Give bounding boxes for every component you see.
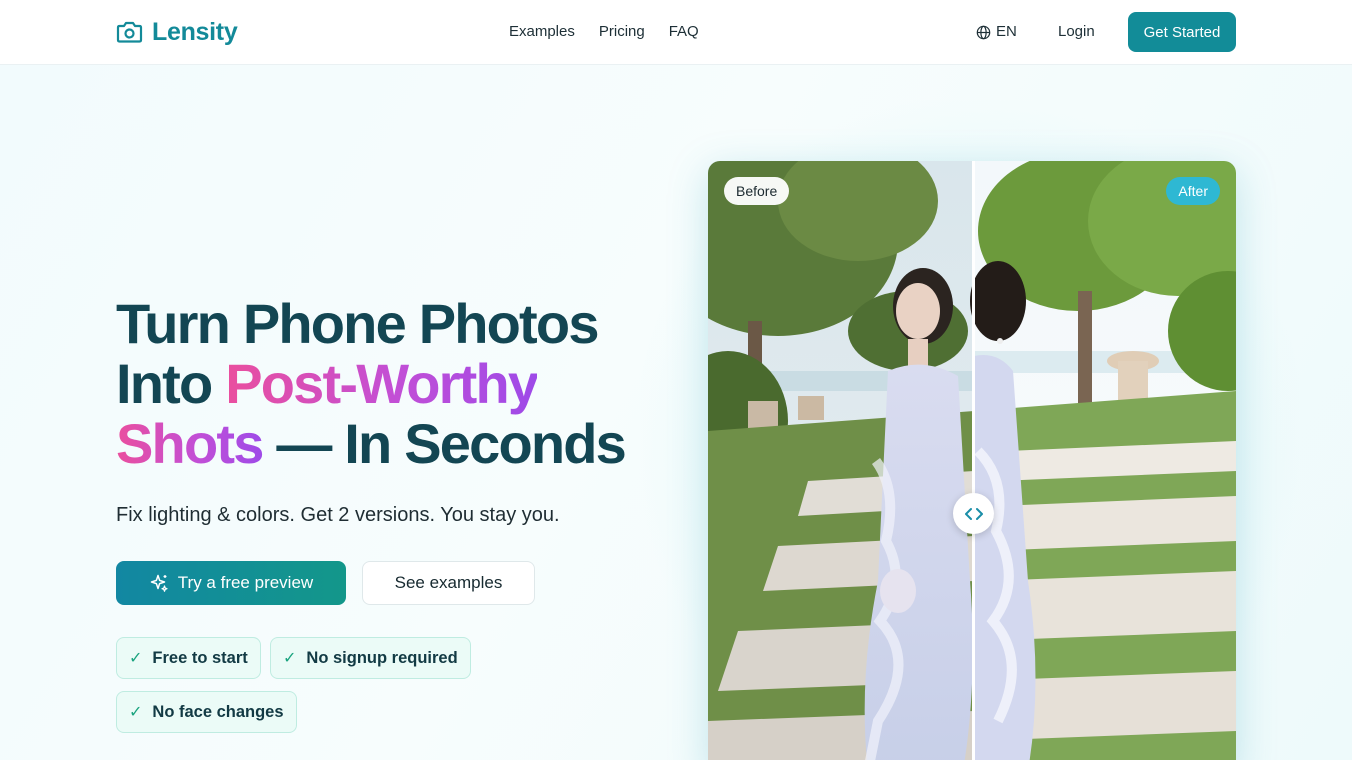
before-badge: Before [724, 177, 790, 205]
check-icon: ✓ [129, 650, 143, 667]
feature-pill-no-face-changes: ✓ No face changes [116, 691, 297, 733]
before-image [708, 161, 974, 760]
after-badge: After [1166, 177, 1220, 205]
comparison-slider-handle[interactable] [953, 493, 994, 534]
hero-headline: Turn Phone Photos Into Post-Worthy Shots… [116, 294, 656, 474]
headline-highlight-2: Shots [116, 412, 264, 475]
after-image [970, 161, 1236, 760]
top-nav: Lensity Examples Pricing FAQ EN Login Ge… [0, 0, 1352, 65]
feature-label: Free to start [152, 648, 248, 667]
try-free-preview-label: Try a free preview [177, 573, 314, 592]
feature-label: No face changes [152, 702, 284, 721]
brand-logo[interactable]: Lensity [116, 17, 238, 47]
nav-link-pricing[interactable]: Pricing [599, 22, 645, 42]
headline-line-3: — In Seconds [262, 412, 627, 475]
globe-icon [976, 25, 991, 39]
check-icon: ✓ [129, 704, 143, 721]
try-free-preview-button[interactable]: Try a free preview [116, 561, 346, 605]
nav-link-faq[interactable]: FAQ [669, 22, 699, 42]
comparison-divider [972, 161, 975, 760]
nav-links: Examples Pricing FAQ [509, 22, 699, 42]
check-icon: ✓ [283, 650, 297, 667]
nav-link-examples[interactable]: Examples [509, 22, 575, 42]
before-after-comparison[interactable]: Before After [708, 161, 1236, 760]
feature-pill-no-signup: ✓ No signup required [270, 637, 471, 679]
headline-line-2: Into [116, 352, 226, 415]
feature-label: No signup required [306, 648, 458, 667]
language-label: EN [996, 23, 1017, 40]
chevrons-left-right-icon [964, 507, 983, 520]
get-started-button[interactable]: Get Started [1128, 12, 1236, 52]
headline-highlight-1: Post-Worthy [225, 352, 539, 415]
hero-subheadline: Fix lighting & colors. Get 2 versions. Y… [116, 504, 560, 526]
login-link[interactable]: Login [1058, 22, 1095, 42]
headline-line-1: Turn Phone Photos [116, 292, 599, 355]
camera-icon [116, 21, 143, 43]
brand-name: Lensity [152, 17, 238, 46]
sparkles-icon [150, 574, 168, 592]
feature-pill-free: ✓ Free to start [116, 637, 261, 679]
language-selector[interactable]: EN [976, 22, 1017, 42]
see-examples-button[interactable]: See examples [362, 561, 535, 605]
